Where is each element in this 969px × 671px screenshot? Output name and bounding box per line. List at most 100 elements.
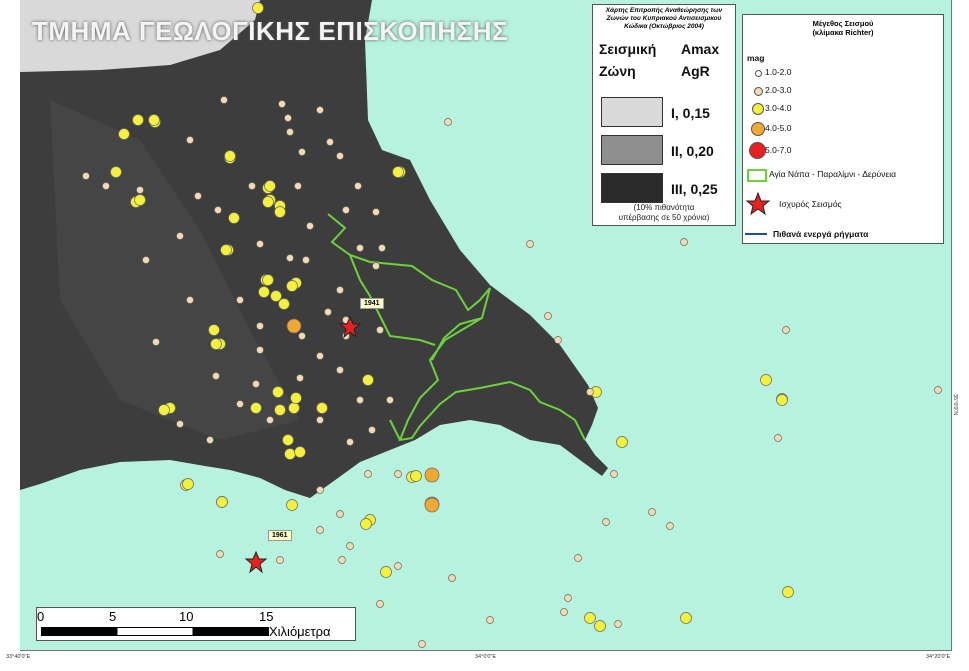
epicenter-marker (176, 420, 184, 428)
epicenter-marker (386, 396, 394, 404)
epicenter-marker (776, 394, 788, 406)
strong-quake-label: Ισχυρός Σεισμός (779, 199, 842, 209)
epicenter-marker (586, 388, 594, 396)
epicenter-marker (102, 182, 110, 190)
epicenter-marker (616, 436, 628, 448)
legend-title-line1: Μέγεθος Σεισμού (812, 19, 874, 28)
epicenter-marker (148, 114, 160, 126)
epicenter-marker (680, 238, 688, 246)
epicenter-marker (774, 434, 782, 442)
zone-swatch-2 (601, 135, 663, 165)
epicenter-marker (158, 404, 170, 416)
zone-col1-line2: Ζώνη (599, 63, 636, 79)
epicenter-marker (118, 128, 130, 140)
mag-2-label: 2.0-3.0 (765, 85, 792, 95)
epicenter-marker (554, 336, 562, 344)
epicenter-marker (110, 166, 122, 178)
epicenter-marker (220, 244, 232, 256)
epicenter-marker (394, 562, 402, 570)
epicenter-marker (194, 192, 202, 200)
strong-quake-star-icon (244, 550, 268, 574)
epicenter-marker (354, 182, 362, 190)
epicenter-marker (362, 374, 374, 386)
epicenter-marker (336, 286, 344, 294)
epicenter-marker (302, 256, 310, 264)
legend-row-mag-4: 4.0-5.0 (743, 122, 943, 137)
epicenter-marker (278, 100, 286, 108)
epicenter-marker (298, 148, 306, 156)
epicenter-marker (236, 400, 244, 408)
epicenter-marker (264, 180, 276, 192)
legend-row-mag-2: 2.0-3.0 (743, 85, 943, 99)
epicenter-marker (394, 470, 402, 478)
epicenter-marker (526, 240, 534, 248)
epicenter-marker (270, 290, 282, 302)
epicenter-marker (176, 232, 184, 240)
epicenter-marker (360, 518, 372, 530)
epicenter-marker (372, 262, 380, 270)
boundary-symbol (747, 169, 767, 182)
epicenter-marker-large (424, 497, 440, 513)
epicenter-marker (760, 374, 772, 386)
coord-right: 35°0'0"N (952, 394, 958, 416)
epicenter-marker (680, 612, 692, 624)
epicenter-marker (284, 114, 292, 122)
epicenter-marker (574, 554, 582, 562)
epicenter-marker (594, 620, 606, 632)
legend-row-mag-5: 5.0-7.0 (743, 142, 943, 159)
epicenter-marker (614, 620, 622, 628)
epicenter-marker (132, 114, 144, 126)
legend-row-fault: Πιθανά ενεργά ρήγματα (743, 229, 943, 243)
epicenter-marker (564, 594, 572, 602)
epicenter-marker (336, 366, 344, 374)
epicenter-marker (610, 470, 618, 478)
epicenter-marker (274, 404, 286, 416)
zone-col2-line1: Amax (681, 41, 720, 57)
mag-4-symbol (751, 122, 765, 136)
epicenter-marker (316, 106, 324, 114)
epicenter-marker (372, 208, 380, 216)
epicenter-marker (356, 396, 364, 404)
scale-tick-10: 10 (179, 609, 194, 624)
epicenter-marker (182, 478, 194, 490)
epicenter-marker (346, 542, 354, 550)
epicenter-marker (392, 166, 404, 178)
epicenter-marker (236, 296, 244, 304)
epicenter-marker (256, 346, 264, 354)
epicenter-marker (296, 374, 304, 382)
zone-label-3: III, 0,25 (671, 181, 718, 197)
map-area[interactable]: ΤΜΗΜΑ ΓΕΩΛΟΓΙΚΗΣ ΕΠΙΣΚΟΠΗΣΗΣ Χάρτης Επιτ… (20, 0, 952, 651)
epicenter-marker (252, 2, 264, 14)
epicenter-marker (262, 196, 274, 208)
epicenter-marker (288, 402, 300, 414)
mag-4-label: 4.0-5.0 (765, 123, 792, 133)
epicenter-marker (342, 206, 350, 214)
scale-bar: 0 5 10 15 Χιλιόμετρα (36, 607, 356, 641)
epicenter-marker (316, 402, 328, 414)
epicenter-marker (186, 296, 194, 304)
epicenter-marker (266, 416, 274, 424)
zone-label-2: II, 0,20 (671, 143, 714, 159)
epicenter-marker (290, 392, 302, 404)
epicenter-marker (486, 616, 494, 624)
mag-1-symbol (755, 70, 762, 77)
epicenter-marker (152, 338, 160, 346)
epicenter-marker (250, 402, 262, 414)
mag-3-symbol (752, 103, 764, 115)
epicenter-marker (782, 326, 790, 334)
epicenter-marker (206, 436, 214, 444)
epicenter-marker (136, 186, 144, 194)
epicenter-marker (286, 280, 298, 292)
map-title: ΤΜΗΜΑ ΓΕΩΛΟΓΙΚΗΣ ΕΠΙΣΚΟΠΗΣΗΣ (32, 16, 509, 46)
fault-symbol (745, 233, 767, 235)
zone-col1-line1: Σεισμική (599, 41, 657, 57)
event-label-1941: 1941 (360, 298, 384, 309)
epicenter-marker (326, 138, 334, 146)
epicenter-marker (220, 96, 228, 104)
epicenter-marker (316, 352, 324, 360)
legend-row-mag-1: 1.0-2.0 (743, 67, 943, 81)
zone-swatch-1 (601, 97, 663, 127)
scale-tick-5: 5 (109, 609, 117, 624)
epicenter-marker (276, 556, 284, 564)
coord-bottom-1: 33°40'0"E (6, 654, 31, 660)
